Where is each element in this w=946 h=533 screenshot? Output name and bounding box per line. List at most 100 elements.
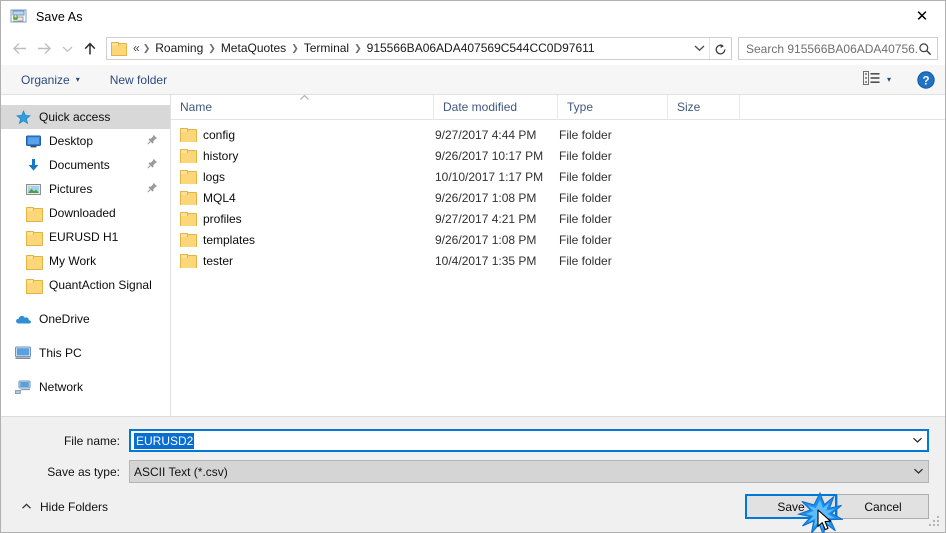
column-header-size[interactable]: Size [668,94,740,120]
sidebar-item-network[interactable]: Network [1,375,170,399]
save-as-type-select[interactable]: ASCII Text (*.csv) [129,460,929,483]
file-name-cell: tester [171,254,434,268]
table-row[interactable]: config 9/27/2017 4:44 PM File folder [171,124,945,145]
chevron-down-icon[interactable] [909,467,928,477]
arrow-right-icon [38,43,51,54]
sidebar-item-quantaction-signal[interactable]: QuantAction Signal [1,273,170,297]
sidebar-item-desktop[interactable]: Desktop [1,129,170,153]
folder-icon [180,149,197,163]
file-name: MQL4 [203,190,236,205]
sidebar-item-eurusd-h1[interactable]: EURUSD H1 [1,225,170,249]
sidebar-item-quick-access[interactable]: Quick access [1,105,170,129]
sidebar-item-my-work[interactable]: My Work [1,249,170,273]
sidebar-item-label: Downloaded [49,206,116,220]
search-box[interactable]: Search 915566BA06ADA40756... [738,37,938,60]
column-header-row: Name Date modified Type Size [171,94,945,120]
address-bar[interactable]: « ❯ Roaming ❯ MetaQuotes ❯ Terminal ❯ 91… [106,37,732,60]
forward-button[interactable] [32,36,57,61]
column-header-date-modified[interactable]: Date modified [434,94,558,120]
star-icon [13,109,33,125]
file-name-value[interactable]: EURUSD2 [134,432,195,449]
breadcrumb: « ❯ Roaming ❯ MetaQuotes ❯ Terminal ❯ 91… [127,38,689,59]
sidebar-item-label: My Work [49,254,97,268]
help-button[interactable]: ? [917,70,935,89]
save-label: Save [777,499,805,514]
back-button[interactable] [7,36,32,61]
breadcrumb-separator[interactable]: ❯ [208,43,216,54]
pictures-icon [23,183,43,196]
pin-icon[interactable] [147,158,158,172]
save-as-icon [10,8,27,25]
breadcrumb-item-metaquotes[interactable]: MetaQuotes [216,38,291,59]
navigation-bar: « ❯ Roaming ❯ MetaQuotes ❯ Terminal ❯ 91… [1,32,945,65]
breadcrumb-item-terminal[interactable]: Terminal [299,38,354,59]
sidebar-item-label: Quick access [39,110,111,124]
breadcrumb-item-roaming[interactable]: Roaming [150,38,208,59]
navigation-sidebar: Quick access Desktop Documents Pictures … [1,95,171,416]
title-bar: Save As ✕ [1,1,945,32]
sidebar-item-onedrive[interactable]: OneDrive [1,307,170,331]
new-folder-button[interactable]: New folder [104,70,173,90]
dialog-body: Quick access Desktop Documents Pictures … [1,94,945,416]
file-name-label: File name: [63,433,120,448]
breadcrumb-item-instance[interactable]: 915566BA06ADA407569C544CC0D97611 [362,38,600,59]
desktop-icon [23,135,43,148]
table-row[interactable]: logs 10/10/2017 1:17 PM File folder [171,166,945,187]
file-date: 9/27/2017 4:44 PM [435,127,537,142]
folder-icon [180,128,197,142]
list-view-icon [862,71,880,88]
search-icon [918,42,932,56]
file-date: 9/26/2017 1:08 PM [435,232,537,247]
view-mode-button[interactable]: ▾ [859,69,895,90]
table-row[interactable]: templates 9/26/2017 1:08 PM File folder [171,229,945,250]
cancel-button[interactable]: Cancel [837,494,929,519]
resize-grip-icon[interactable] [929,516,941,528]
folder-icon [180,191,197,205]
sidebar-item-label: Documents [49,158,110,172]
breadcrumb-separator[interactable]: ❯ [143,43,151,54]
column-header-filler [740,95,945,120]
file-name-input[interactable]: EURUSD2 [129,429,929,452]
recent-locations-button[interactable] [57,36,77,61]
mouse-cursor [817,509,834,532]
cloud-icon [13,313,33,325]
breadcrumb-separator[interactable]: ❯ [354,43,362,54]
svg-text:?: ? [922,75,929,87]
file-date: 9/26/2017 1:08 PM [435,190,537,205]
file-type: File folder [559,211,612,226]
breadcrumb-separator[interactable]: ❯ [291,43,299,54]
column-header-type[interactable]: Type [558,94,668,120]
hide-folders-button[interactable]: Hide Folders [17,500,108,514]
cancel-label: Cancel [864,499,902,514]
save-as-type-label: Save as type: [47,464,120,479]
sidebar-item-this-pc[interactable]: This PC [1,341,170,365]
sidebar-item-pictures[interactable]: Pictures [1,177,170,201]
breadcrumb-lead[interactable]: « [127,38,143,59]
address-dropdown-button[interactable] [689,44,709,54]
search-input[interactable]: Search 915566BA06ADA40756... [746,42,918,56]
table-row[interactable]: MQL4 9/26/2017 1:08 PM File folder [171,187,945,208]
sidebar-item-documents[interactable]: Documents [1,153,170,177]
chevron-down-icon[interactable] [908,436,927,446]
file-date: 10/4/2017 1:35 PM [435,253,537,268]
close-button[interactable]: ✕ [899,1,945,32]
file-name-cell: templates [171,233,434,247]
folder-icon [180,170,197,184]
sidebar-item-label: OneDrive [39,312,90,326]
table-row[interactable]: tester 10/4/2017 1:35 PM File folder [171,250,945,271]
table-row[interactable]: profiles 9/27/2017 4:21 PM File folder [171,208,945,229]
refresh-button[interactable] [709,38,731,59]
help-icon: ? [917,70,935,89]
table-row[interactable]: history 9/26/2017 10:17 PM File folder [171,145,945,166]
save-as-dialog: Save As ✕ « ❯ Roaming ❯ MetaQuotes ❯ Ter… [0,0,946,533]
sidebar-item-downloaded[interactable]: Downloaded [1,201,170,225]
file-list-pane: Name Date modified Type Size config 9/27… [171,94,945,416]
address-bar-controls [689,38,731,59]
up-button[interactable] [77,36,102,61]
sort-ascending-icon [299,94,310,103]
pin-icon[interactable] [147,134,158,148]
download-arrow-icon [23,158,43,172]
file-type: File folder [559,232,612,247]
organize-button[interactable]: Organize ▾ [15,70,86,90]
pin-icon[interactable] [147,182,158,196]
